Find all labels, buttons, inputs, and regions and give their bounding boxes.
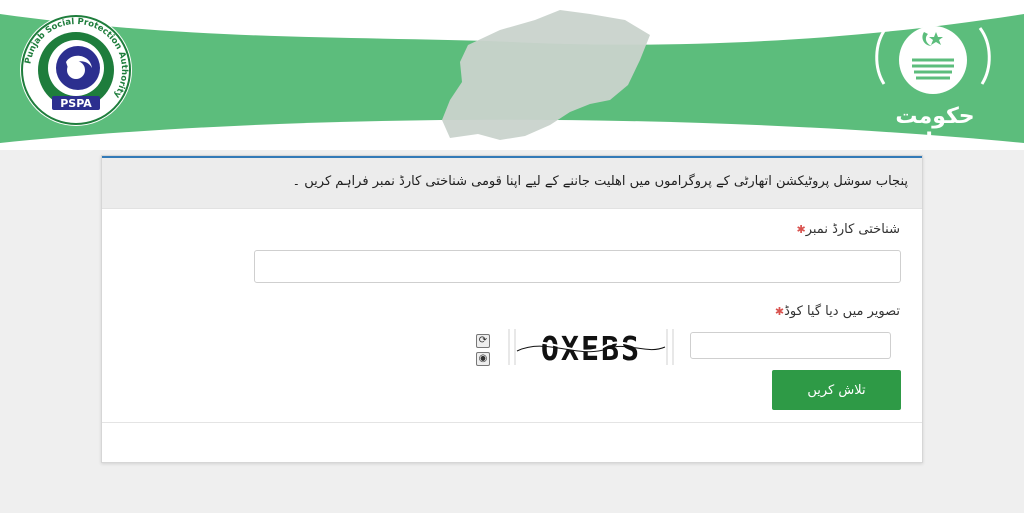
refresh-icon[interactable]: ⟳ — [476, 334, 490, 348]
instruction-text: پنجاب سوشل پروٹیکشن اتھارٹی کے پروگراموں… — [292, 174, 908, 189]
required-marker: ✱ — [796, 223, 806, 236]
audio-icon[interactable]: ◉ — [476, 352, 490, 366]
card-footer-divider — [102, 422, 922, 423]
captcha-label: تصویر میں دیا گیا کوڈ✱ — [774, 304, 900, 319]
punjab-government-caption: حکومت پنجاب — [895, 104, 975, 150]
required-marker: ✱ — [774, 305, 785, 318]
svg-text:PSPA: PSPA — [60, 97, 92, 110]
eligibility-form-card: پنجاب سوشل پروٹیکشن اتھارٹی کے پروگراموں… — [101, 155, 923, 463]
header-banner: PSPA Punjab Social Protection Authority … — [0, 0, 1024, 150]
punjab-government-emblem-icon — [875, 26, 991, 94]
cnic-label: شناختی کارڈ نمبر✱ — [796, 222, 900, 237]
pspa-logo: PSPA Punjab Social Protection Authority — [18, 12, 134, 128]
pspa-logo-icon: PSPA Punjab Social Protection Authority — [20, 14, 132, 126]
cnic-input[interactable] — [254, 250, 901, 283]
captcha-image-graphic: OXEBS — [507, 329, 675, 368]
card-header: پنجاب سوشل پروٹیکشن اتھارٹی کے پروگراموں… — [102, 158, 922, 209]
captcha-input[interactable] — [690, 332, 891, 359]
captcha-image: OXEBS — [507, 329, 675, 368]
search-button[interactable]: تلاش کریں — [772, 370, 901, 410]
